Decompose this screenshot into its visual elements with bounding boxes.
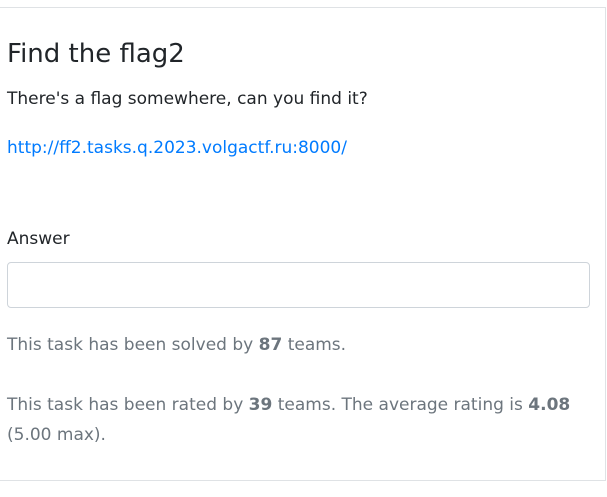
rated-count: 39 xyxy=(248,395,273,415)
rated-suffix: (5.00 max). xyxy=(7,425,106,445)
task-description: There's a flag somewhere, can you find i… xyxy=(7,89,368,109)
task-card: Find the flag2 There's a flag somewhere,… xyxy=(0,7,606,481)
rated-middle: teams. The average rating is xyxy=(272,395,529,415)
solved-suffix: teams. xyxy=(282,335,347,355)
task-title: Find the flag2 xyxy=(7,39,185,69)
solved-prefix: This task has been solved by xyxy=(7,335,259,355)
average-rating: 4.08 xyxy=(528,395,571,415)
rating-stats: This task has been rated by 39 teams. Th… xyxy=(7,390,592,450)
answer-input[interactable] xyxy=(7,262,590,308)
task-link[interactable]: http://ff2.tasks.q.2023.volgactf.ru:8000… xyxy=(7,136,347,160)
solved-count: 87 xyxy=(258,335,283,355)
rated-prefix: This task has been rated by xyxy=(7,395,249,415)
answer-label: Answer xyxy=(7,229,70,249)
solved-stats: This task has been solved by 87 teams. xyxy=(7,330,346,360)
